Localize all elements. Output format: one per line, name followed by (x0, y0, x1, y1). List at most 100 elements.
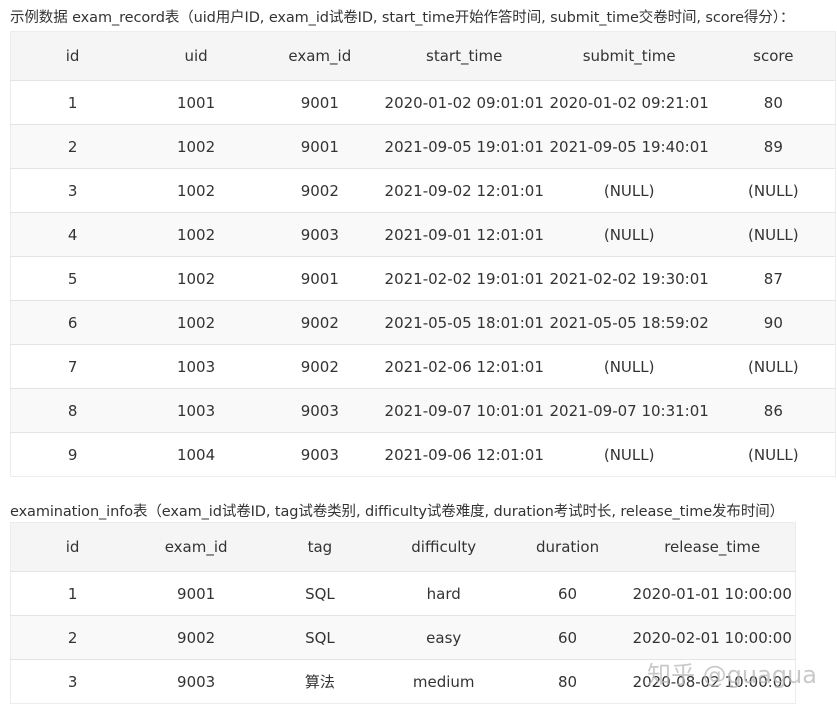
column-header: id (10, 31, 135, 81)
table-cell: 60 (505, 571, 630, 616)
table-cell: 9002 (134, 615, 259, 660)
table-cell: 2 (10, 124, 135, 169)
table-cell: 1001 (134, 80, 258, 125)
table-cell: 9002 (257, 344, 382, 389)
table-cell: (NULL) (711, 168, 836, 213)
table-cell: 2021-09-05 19:01:01 (381, 124, 547, 169)
table-cell: 89 (711, 124, 836, 169)
column-header: tag (258, 522, 382, 572)
table-cell: 2021-02-06 12:01:01 (381, 344, 547, 389)
table-cell: 1002 (134, 300, 258, 345)
table-cell: 2021-02-02 19:30:01 (546, 256, 712, 301)
table-cell: 80 (505, 659, 630, 704)
table-cell: 2021-02-02 19:01:01 (381, 256, 547, 301)
table-cell: 2021-09-05 19:40:01 (546, 124, 712, 169)
table-cell: 2021-05-05 18:01:01 (381, 300, 547, 345)
table-cell: 60 (505, 615, 630, 660)
table-cell: 9002 (257, 300, 382, 345)
table-cell: 9001 (257, 124, 382, 169)
table-cell: easy (381, 615, 506, 660)
table-cell: 算法 (258, 659, 382, 704)
table-cell: 80 (711, 80, 836, 125)
column-header: id (10, 522, 135, 572)
table-cell: 2020-01-02 09:21:01 (546, 80, 712, 125)
table-row: 5 1002 9001 2021-02-02 19:01:01 2021-02-… (10, 256, 836, 301)
table-cell: 9 (10, 432, 135, 477)
table-cell: 6 (10, 300, 135, 345)
table-cell: (NULL) (546, 168, 712, 213)
table-cell: 9003 (257, 212, 382, 257)
table-row: 8 1003 9003 2021-09-07 10:01:01 2021-09-… (10, 388, 836, 433)
table-cell: 4 (10, 212, 135, 257)
table-cell: (NULL) (546, 432, 712, 477)
table-cell: 2020-01-02 09:01:01 (381, 80, 547, 125)
table-cell: 2020-01-01 10:00:00 (629, 571, 796, 616)
table-cell: 1002 (134, 256, 258, 301)
table-cell: (NULL) (711, 212, 836, 257)
table-cell: 9003 (257, 388, 382, 433)
table-cell: 2021-09-06 12:01:01 (381, 432, 547, 477)
table-cell: 9001 (134, 571, 259, 616)
table-cell: 9001 (257, 256, 382, 301)
table-cell: 3 (10, 168, 135, 213)
exam-record-header-row: id uid exam_id start_time submit_time sc… (10, 31, 836, 81)
table-cell: medium (381, 659, 506, 704)
table-cell: 1003 (134, 344, 258, 389)
table-cell: 2021-09-07 10:31:01 (546, 388, 712, 433)
table-cell: 87 (711, 256, 836, 301)
table-cell: 3 (10, 659, 135, 704)
table-cell: 9001 (257, 80, 382, 125)
table-cell: SQL (258, 615, 382, 660)
column-header: exam_id (257, 31, 382, 81)
table-cell: 5 (10, 256, 135, 301)
column-header: difficulty (381, 522, 506, 572)
exam-record-table: id uid exam_id start_time submit_time sc… (10, 31, 836, 477)
table-cell: (NULL) (711, 432, 836, 477)
column-header: submit_time (546, 31, 712, 81)
table-cell: SQL (258, 571, 382, 616)
column-header: uid (134, 31, 258, 81)
table-cell: 2 (10, 615, 135, 660)
table-cell: (NULL) (546, 212, 712, 257)
table-cell: 86 (711, 388, 836, 433)
table-cell: 2020-02-01 10:00:00 (629, 615, 796, 660)
table-cell: (NULL) (546, 344, 712, 389)
table-row: 7 1003 9002 2021-02-06 12:01:01 (NULL) (… (10, 344, 836, 389)
examination-info-caption: examination_info表（exam_id试卷ID, tag试卷类别, … (10, 504, 785, 520)
table-row: 2 9002 SQL easy 60 2020-02-01 10:00:00 (10, 615, 796, 660)
table-cell: 9002 (257, 168, 382, 213)
table-cell: 7 (10, 344, 135, 389)
table-row: 2 1002 9001 2021-09-05 19:01:01 2021-09-… (10, 124, 836, 169)
exam-record-caption: 示例数据 exam_record表（uid用户ID, exam_id试卷ID, … (10, 10, 795, 26)
table-cell: 1 (10, 80, 135, 125)
table-cell: 1003 (134, 388, 258, 433)
table-cell: 2021-05-05 18:59:02 (546, 300, 712, 345)
table-row: 3 1002 9002 2021-09-02 12:01:01 (NULL) (… (10, 168, 836, 213)
column-header: release_time (629, 522, 796, 572)
table-cell: 2021-09-01 12:01:01 (381, 212, 547, 257)
column-header: duration (505, 522, 630, 572)
table-cell: 1 (10, 571, 135, 616)
table-cell: 9003 (134, 659, 259, 704)
table-cell: 2021-09-02 12:01:01 (381, 168, 547, 213)
table-row: 1 1001 9001 2020-01-02 09:01:01 2020-01-… (10, 80, 836, 125)
examination-info-header-row: id exam_id tag difficulty duration relea… (10, 522, 796, 572)
table-cell: 2021-09-07 10:01:01 (381, 388, 547, 433)
column-header: score (711, 31, 836, 81)
table-cell: 90 (711, 300, 836, 345)
table-cell: 1004 (134, 432, 258, 477)
table-cell: 1002 (134, 212, 258, 257)
table-cell: 1002 (134, 124, 258, 169)
table-cell: (NULL) (711, 344, 836, 389)
table-cell: 8 (10, 388, 135, 433)
table-cell: 1002 (134, 168, 258, 213)
table-row: 6 1002 9002 2021-05-05 18:01:01 2021-05-… (10, 300, 836, 345)
zhihu-watermark: 知乎 @guagua (647, 661, 817, 689)
table-row: 4 1002 9003 2021-09-01 12:01:01 (NULL) (… (10, 212, 836, 257)
table-cell: 9003 (257, 432, 382, 477)
table-cell: hard (381, 571, 506, 616)
table-row: 9 1004 9003 2021-09-06 12:01:01 (NULL) (… (10, 432, 836, 477)
column-header: start_time (381, 31, 547, 81)
table-row: 1 9001 SQL hard 60 2020-01-01 10:00:00 (10, 571, 796, 616)
column-header: exam_id (134, 522, 259, 572)
